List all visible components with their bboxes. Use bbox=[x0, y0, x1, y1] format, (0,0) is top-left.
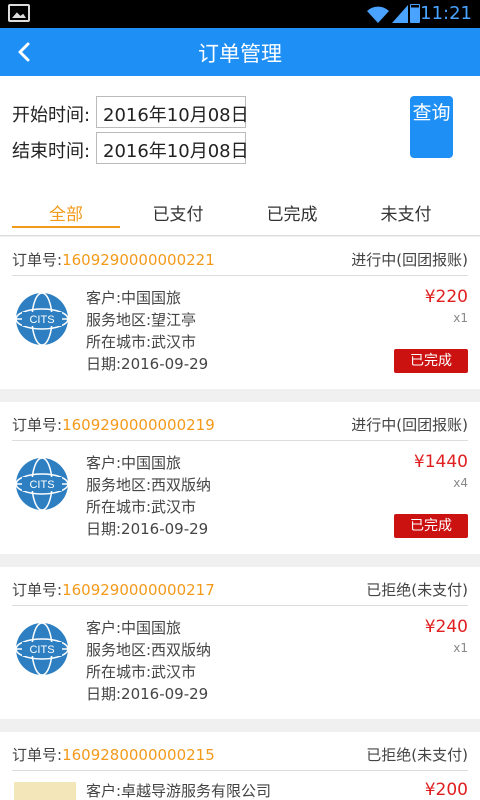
clock: 11:21 bbox=[420, 3, 472, 24]
divider bbox=[12, 440, 468, 441]
region-text: 服务地区:西双版纳 bbox=[86, 641, 212, 659]
company-logo-icon bbox=[14, 782, 76, 800]
signal-icon bbox=[392, 5, 408, 23]
query-button[interactable]: 查询 bbox=[410, 96, 453, 158]
status-bar: 11:21 bbox=[0, 0, 480, 28]
svg-text:CITS: CITS bbox=[29, 314, 54, 326]
wifi-icon bbox=[367, 6, 389, 23]
date-text: 日期:2016-09-29 bbox=[86, 355, 209, 373]
start-date-label: 开始时间: bbox=[12, 105, 91, 126]
date-text: 日期:2016-09-29 bbox=[86, 685, 209, 703]
battery-icon bbox=[410, 4, 420, 23]
customer-text: 客户:中国国旅 bbox=[86, 454, 182, 472]
city-text: 所在城市:武汉市 bbox=[86, 498, 197, 516]
order-info: 客户:中国国旅 服务地区:望江亭 所在城市:武汉市 日期:2016-09-29 bbox=[86, 287, 208, 375]
order-number: 订单号:1609290000000221 bbox=[12, 251, 215, 269]
order-quantity: x1 bbox=[453, 311, 468, 325]
svg-text:CITS: CITS bbox=[29, 479, 54, 491]
customer-text: 客户:中国国旅 bbox=[86, 289, 182, 307]
order-header: 订单号:1609290000000217 已拒绝(未支付) bbox=[0, 567, 480, 607]
start-date-field[interactable]: 2016年10月08日 bbox=[96, 96, 249, 128]
active-tab-indicator bbox=[12, 226, 120, 228]
divider bbox=[12, 275, 468, 276]
city-text: 所在城市:武汉市 bbox=[86, 663, 197, 681]
order-quantity: x4 bbox=[453, 476, 468, 490]
customer-text: 客户:卓越导游服务有限公司 bbox=[86, 782, 272, 800]
end-date-label: 结束时间: bbox=[12, 141, 91, 162]
order-number: 订单号:1609290000000219 bbox=[12, 416, 215, 434]
order-status: 已拒绝(未支付) bbox=[366, 746, 468, 764]
order-header: 订单号:1609280000000215 已拒绝(未支付) bbox=[0, 732, 480, 772]
cits-logo-icon: CITS bbox=[15, 622, 69, 676]
completed-button[interactable]: 已完成 bbox=[394, 514, 468, 538]
order-card[interactable]: 订单号:1609290000000219 进行中(回团报账) CITS 客户:中… bbox=[0, 402, 480, 554]
image-notification-icon bbox=[8, 4, 30, 22]
date-filter: 开始时间: 2016年10月08日 结束时间: 2016年10月08日 查询 bbox=[0, 76, 480, 186]
order-info: 客户:中国国旅 服务地区:西双版纳 所在城市:武汉市 日期:2016-09-29 bbox=[86, 617, 211, 705]
page-title: 订单管理 bbox=[198, 42, 282, 66]
cits-logo-icon: CITS bbox=[15, 457, 69, 511]
city-text: 所在城市:武汉市 bbox=[86, 333, 197, 351]
order-header: 订单号:1609290000000219 进行中(回团报账) bbox=[0, 402, 480, 442]
order-header: 订单号:1609290000000221 进行中(回团报账) bbox=[0, 237, 480, 277]
order-price: ¥200 bbox=[424, 780, 468, 800]
order-number: 订单号:1609280000000215 bbox=[12, 746, 215, 764]
svg-text:CITS: CITS bbox=[29, 644, 54, 656]
customer-text: 客户:中国国旅 bbox=[86, 619, 182, 637]
order-card[interactable]: 订单号:1609290000000221 进行中(回团报账) CITS 客户:中… bbox=[0, 237, 480, 389]
order-quantity: x1 bbox=[453, 641, 468, 655]
divider bbox=[12, 605, 468, 606]
tab-all[interactable]: 全部 bbox=[6, 200, 126, 225]
order-status: 进行中(回团报账) bbox=[351, 416, 468, 434]
order-card[interactable]: 订单号:1609290000000217 已拒绝(未支付) CITS 客户:中国… bbox=[0, 567, 480, 719]
order-info: 客户:中国国旅 服务地区:西双版纳 所在城市:武汉市 日期:2016-09-29 bbox=[86, 452, 211, 540]
order-number: 订单号:1609290000000217 bbox=[12, 581, 215, 599]
tab-unpaid[interactable]: 未支付 bbox=[346, 200, 466, 225]
completed-button[interactable]: 已完成 bbox=[394, 349, 468, 373]
order-card[interactable]: 订单号:1609280000000215 已拒绝(未支付) 客户:卓越导游服务有… bbox=[0, 732, 480, 800]
tab-paid[interactable]: 已支付 bbox=[118, 200, 238, 225]
region-text: 服务地区:西双版纳 bbox=[86, 476, 212, 494]
order-status: 进行中(回团报账) bbox=[351, 251, 468, 269]
tab-completed[interactable]: 已完成 bbox=[232, 200, 352, 225]
order-price: ¥1440 bbox=[413, 452, 468, 472]
title-bar: 订单管理 bbox=[0, 28, 480, 76]
divider bbox=[12, 770, 468, 771]
order-tabs: 全部 已支付 已完成 未支付 bbox=[0, 186, 480, 236]
date-text: 日期:2016-09-29 bbox=[86, 520, 209, 538]
cits-logo-icon: CITS bbox=[15, 292, 69, 346]
order-price: ¥220 bbox=[424, 287, 468, 307]
order-status: 已拒绝(未支付) bbox=[366, 581, 468, 599]
order-info: 客户:卓越导游服务有限公司 bbox=[86, 780, 271, 800]
region-text: 服务地区:望江亭 bbox=[86, 311, 197, 329]
order-price: ¥240 bbox=[424, 617, 468, 637]
end-date-field[interactable]: 2016年10月08日 bbox=[96, 132, 249, 164]
